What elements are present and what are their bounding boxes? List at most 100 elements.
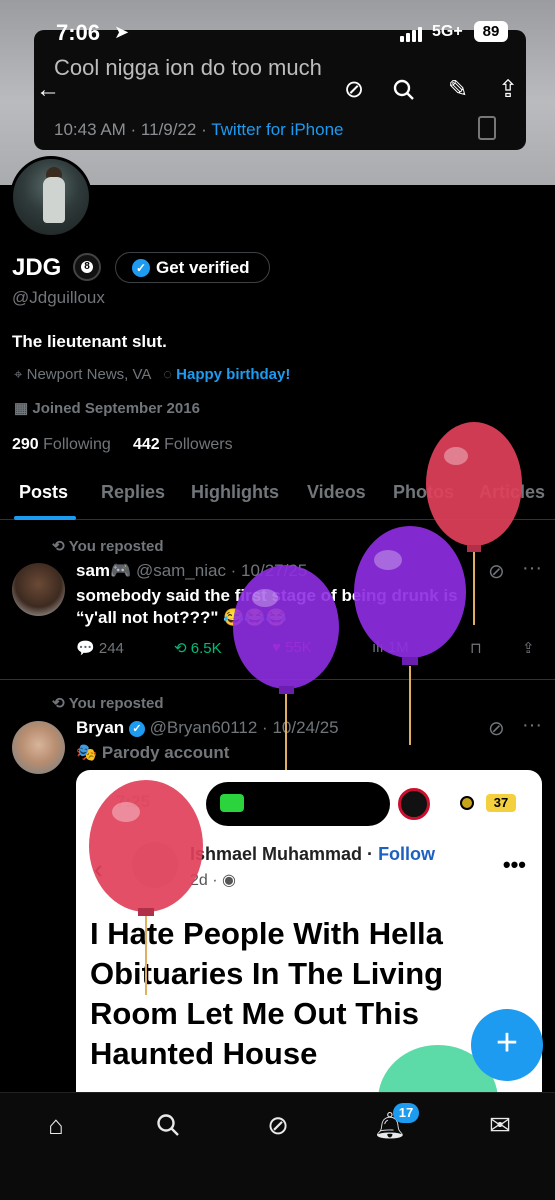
profile-avatar[interactable] — [10, 156, 92, 238]
embed-avatar — [132, 842, 178, 888]
profile-tabs: Posts Replies Highlights Videos Photos A… — [0, 478, 555, 520]
profile-name: JDG — [12, 254, 62, 281]
profile-location: Newport News, VA — [26, 366, 151, 383]
edit-icon[interactable]: ✎ — [440, 72, 476, 108]
embed-author: Ishmael Muhammad · Follow — [190, 844, 435, 865]
post-username: Bryan — [76, 718, 125, 737]
birthday-link[interactable]: Happy birthday! — [176, 366, 290, 383]
post-actions: 💬 244 ⟲ 6.5K ♥ 55K ılı 1M ⊓ ⇪ — [76, 639, 546, 665]
post-username: sam🎮 — [76, 561, 132, 580]
grok-icon[interactable]: ⊘ — [488, 559, 505, 584]
location-pin-icon: ⌖ — [14, 366, 23, 383]
post-text-line: somebody said the first stage of being d… — [76, 586, 458, 605]
battery-icon: 89 — [474, 21, 508, 42]
profile-top-nav: ← ⊘ ✎ ⇪ — [0, 72, 555, 108]
grok-icon[interactable]: ⊘ — [258, 1105, 298, 1145]
tweet-meta: 10:43 AM · 11/9/22 · Twitter for iPhone — [54, 120, 343, 140]
messages-icon[interactable]: ✉ — [480, 1105, 520, 1145]
notifications-badge: 17 — [393, 1103, 419, 1123]
analytics-icon[interactable] — [478, 116, 496, 140]
repost-icon: ⟲ — [52, 695, 65, 712]
profile-location-row: ⌖ Newport News, VA ◌ Happy birthday! — [14, 366, 290, 383]
views-count: 1M — [387, 639, 409, 656]
mask-icon: 🎭 — [76, 743, 98, 762]
grok-icon[interactable]: ⊘ — [336, 72, 372, 108]
back-icon[interactable]: ← — [30, 72, 66, 108]
balloon-icon: ◌ — [163, 366, 172, 383]
following-link[interactable]: 290 Following — [12, 436, 111, 453]
post-text-line: “y'all not hot???" 😂😂😂 — [76, 608, 287, 627]
embed-more-icon: ••• — [502, 852, 526, 877]
parody-row: 🎭 Parody account — [76, 743, 229, 763]
bookmark-icon[interactable]: ⊓ — [470, 639, 482, 657]
status-bar: 7:06 ➤ 5G+ 89 — [0, 18, 555, 50]
embed-date-text: 2d · — [190, 872, 218, 889]
chevron-left-icon: ‹ — [94, 854, 103, 884]
status-time: 7:06 — [56, 20, 101, 45]
tab-photos[interactable]: Photos — [393, 482, 454, 503]
post-handle: @sam_niac · 10/27/25 — [135, 561, 308, 580]
reply-count: 244 — [98, 640, 124, 657]
repost-button[interactable]: ⟲ 6.5K — [174, 639, 222, 657]
dynamic-island — [206, 782, 390, 826]
followers-count: 442 — [132, 436, 160, 453]
search-icon[interactable] — [386, 72, 422, 108]
search-icon[interactable] — [148, 1105, 188, 1145]
tab-posts[interactable]: Posts — [19, 482, 68, 503]
embedded-image[interactable]: 7:25 37 ‹ Ishmael Muhammad · Follow 2d ·… — [76, 770, 542, 1110]
repost-line: ⟲ You reposted — [52, 537, 163, 555]
repost-line: ⟲ You reposted — [52, 694, 163, 712]
avatar[interactable] — [12, 721, 65, 774]
avatar-figure — [43, 177, 65, 223]
tweet-source[interactable]: Twitter for iPhone — [211, 120, 343, 139]
following-label: Following — [43, 436, 111, 453]
followers-label: Followers — [164, 436, 233, 453]
facetime-icon — [220, 794, 244, 812]
eight-ball-icon: 8 — [73, 253, 101, 281]
home-icon[interactable]: ⌂ — [36, 1105, 76, 1145]
post-item[interactable]: ⟲ You reposted sam🎮 @sam_niac · 10/27/25… — [0, 521, 555, 679]
post-author[interactable]: Bryan ✓ @Bryan60112 · 10/24/25 — [76, 718, 339, 738]
reply-button[interactable]: 💬 244 — [76, 639, 124, 657]
get-verified-button[interactable]: ✓ Get verified — [115, 252, 270, 283]
views-button[interactable]: ılı 1M — [372, 639, 409, 656]
embed-date: 2d · ◉ — [190, 870, 236, 890]
get-verified-label: Get verified — [156, 258, 250, 277]
tab-videos[interactable]: Videos — [307, 482, 366, 503]
profile-handle: @Jdguilloux — [12, 288, 105, 307]
repost-icon: ⟲ — [52, 538, 65, 555]
embed-time: 7:25 — [116, 792, 151, 811]
more-icon[interactable]: ··· — [522, 557, 542, 580]
embed-author-name: Ishmael Muhammad · — [190, 844, 374, 864]
repost-label: You reposted — [68, 538, 164, 555]
avatar[interactable] — [12, 563, 65, 616]
profile-joined-row: ▦ Joined September 2016 — [14, 399, 200, 417]
like-button[interactable]: ♥ 55K — [272, 639, 312, 656]
more-icon[interactable]: ··· — [522, 714, 542, 737]
tab-highlights[interactable]: Highlights — [191, 482, 279, 503]
verified-badge-icon: ✓ — [132, 259, 150, 277]
post-text: somebody said the first stage of being d… — [76, 585, 458, 629]
compose-button[interactable]: + — [471, 1009, 543, 1081]
share-icon[interactable]: ⇪ — [522, 639, 535, 657]
repost-label: You reposted — [68, 695, 164, 712]
tweet-time: 10:43 AM · 11/9/22 · — [54, 120, 207, 139]
team-logo-icon — [398, 788, 430, 820]
globe-icon: ◉ — [222, 872, 236, 889]
profile-joined: Joined September 2016 — [32, 400, 200, 417]
tab-replies[interactable]: Replies — [101, 482, 165, 503]
share-icon[interactable]: ⇪ — [490, 72, 526, 108]
network-label: 5G+ — [432, 23, 463, 40]
follow-stats: 290 Following 442 Followers — [12, 436, 233, 454]
embed-headline: I Hate People With Hella Obituaries In T… — [90, 916, 444, 1071]
calendar-icon: ▦ — [14, 400, 29, 417]
post-author[interactable]: sam🎮 @sam_niac · 10/27/25 — [76, 561, 307, 581]
tab-articles[interactable]: Articles — [479, 482, 545, 503]
followers-link[interactable]: 442 Followers — [133, 436, 233, 453]
post-handle: @Bryan60112 · 10/24/25 — [149, 718, 339, 737]
bottom-nav: ⌂ ⊘ 🔔︎ ✉ — [0, 1092, 555, 1200]
repost-count: 6.5K — [190, 640, 222, 657]
grok-icon[interactable]: ⊘ — [488, 716, 505, 741]
status-dot-icon — [460, 796, 474, 810]
signal-icon — [400, 24, 424, 42]
